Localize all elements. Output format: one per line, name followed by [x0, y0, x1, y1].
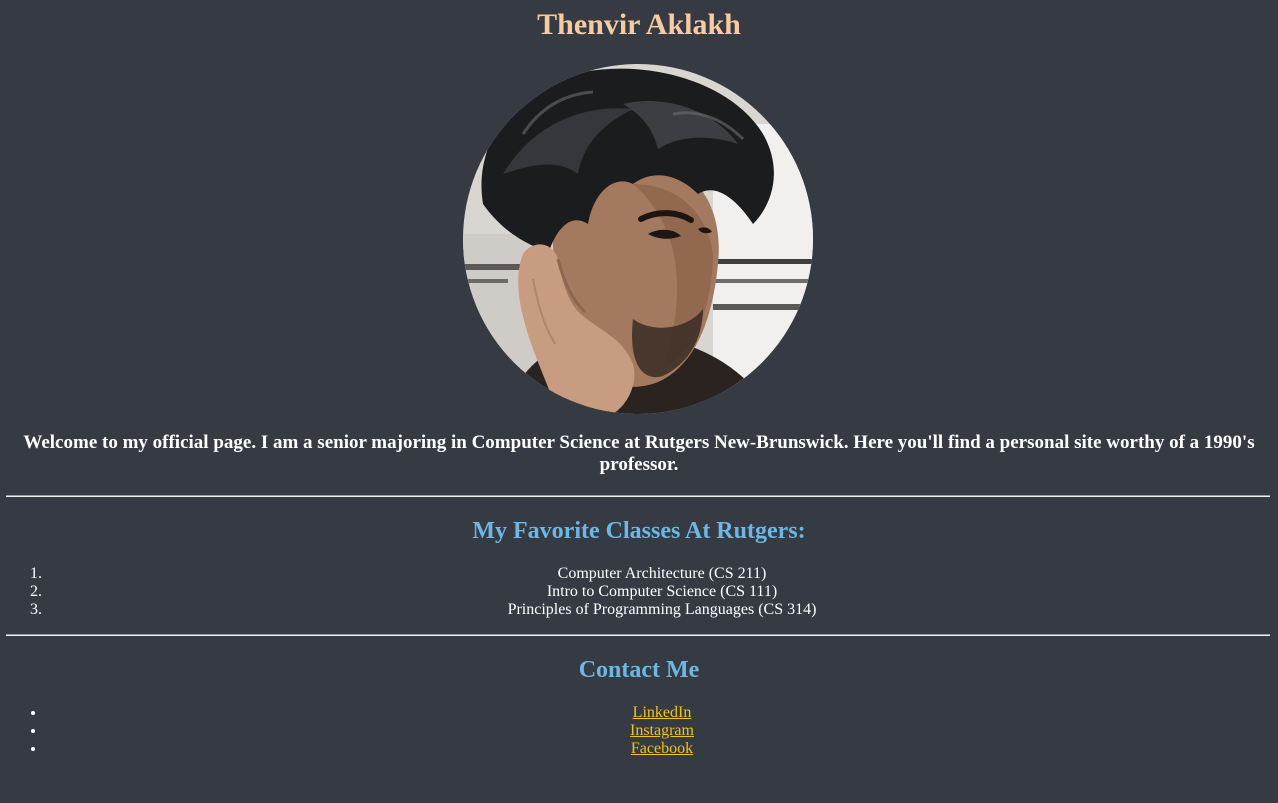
- list-item: Principles of Programming Languages (CS …: [46, 601, 1278, 619]
- list-item: Intro to Computer Science (CS 111): [46, 583, 1278, 601]
- linkedin-link[interactable]: LinkedIn: [633, 704, 692, 721]
- list-item: Facebook: [46, 740, 1278, 758]
- contact-list: LinkedIn Instagram Facebook: [0, 704, 1278, 758]
- divider: [6, 634, 1270, 636]
- list-item: Computer Architecture (CS 211): [46, 565, 1278, 583]
- contact-heading: Contact Me: [578, 657, 700, 683]
- classes-list: Computer Architecture (CS 211) Intro to …: [0, 565, 1278, 619]
- instagram-link[interactable]: Instagram: [630, 722, 694, 739]
- page: Thenvir Aklakh Welcome to my official pa…: [0, 0, 1278, 803]
- classes-heading: My Favorite Classes At Rutgers:: [472, 518, 806, 544]
- profile-photo: [463, 64, 813, 414]
- list-item: Instagram: [46, 722, 1278, 740]
- list-item: LinkedIn: [46, 704, 1278, 722]
- facebook-link[interactable]: Facebook: [631, 740, 693, 757]
- intro-text: Welcome to my official page. I am a seni…: [23, 432, 1255, 475]
- page-title: Thenvir Aklakh: [537, 8, 741, 41]
- divider: [6, 495, 1270, 497]
